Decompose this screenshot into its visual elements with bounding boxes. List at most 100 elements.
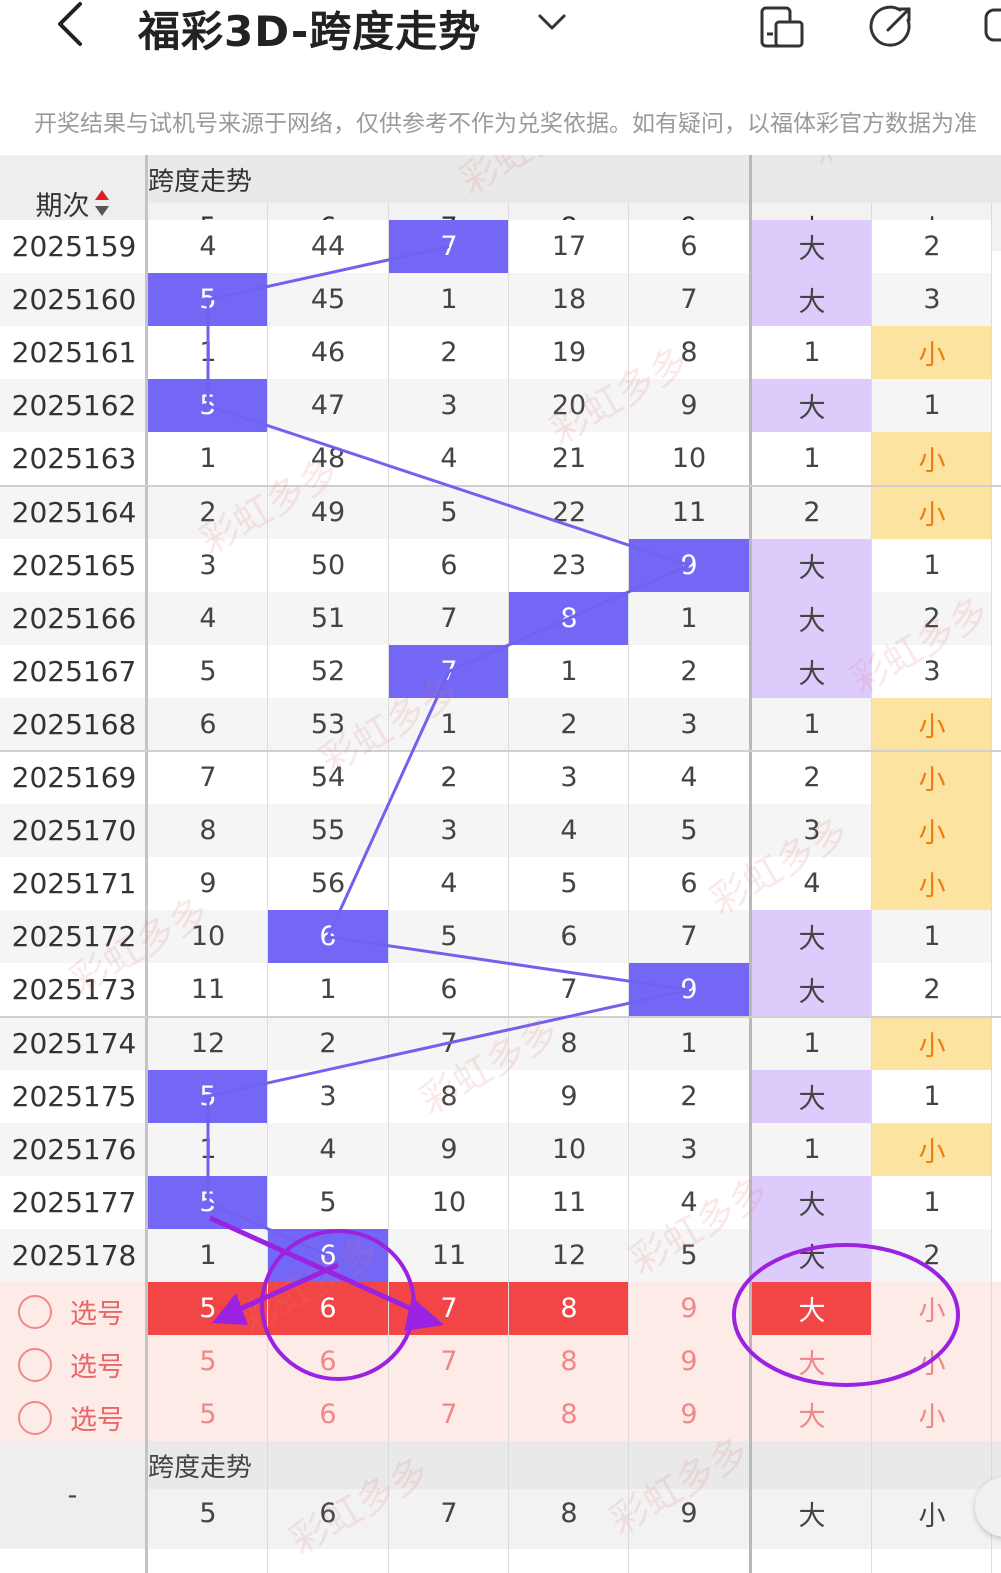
span-cell: 21 <box>509 432 629 486</box>
span-cell: 9 <box>148 857 268 911</box>
span-cell: 10 <box>389 1175 509 1229</box>
span-cell[interactable]: 5 <box>148 1069 268 1123</box>
radio-circle-icon[interactable] <box>18 1400 52 1435</box>
page-title[interactable]: 福彩3D-跨度走势 <box>138 0 481 59</box>
span-cell[interactable]: 6 <box>268 1228 388 1282</box>
size-cell: 2 <box>752 751 872 805</box>
span-cell: 1 <box>629 1016 749 1070</box>
span-cell: 3 <box>389 379 509 433</box>
issue-cell: 2025178 <box>0 1228 148 1282</box>
pick-span-option[interactable]: 8 <box>509 1335 629 1389</box>
size-cell: 2 <box>872 591 992 645</box>
pick-span-option[interactable]: 6 <box>268 1335 388 1389</box>
issue-cell: 2025172 <box>0 910 148 964</box>
span-cell: 5 <box>629 804 749 858</box>
pick-span-option[interactable]: 5 <box>148 1282 268 1336</box>
span-cell[interactable]: 8 <box>509 591 629 645</box>
span-cell: 12 <box>148 1016 268 1070</box>
span-cell: 6 <box>629 220 749 274</box>
screen-split-icon[interactable] <box>758 2 808 52</box>
span-cell[interactable]: 7 <box>389 220 509 274</box>
span-cell: 5 <box>148 644 268 698</box>
column-divider <box>628 203 629 1573</box>
pick-span-option[interactable]: 9 <box>629 1282 749 1336</box>
pick-size-option[interactable]: 小 <box>872 1282 992 1336</box>
span-cell: 20 <box>509 379 629 433</box>
span-cell[interactable]: 5 <box>148 379 268 433</box>
size-cell: 小 <box>872 326 992 380</box>
span-cell: 8 <box>629 326 749 380</box>
size-cell: 1 <box>752 1016 872 1070</box>
issue-header-label: 期次 <box>35 190 90 222</box>
span-cell: 17 <box>509 220 629 274</box>
span-cell[interactable]: 9 <box>629 538 749 592</box>
pick-span-option[interactable]: 5 <box>148 1335 268 1389</box>
pick-span-option[interactable]: 8 <box>509 1282 629 1336</box>
span-cell[interactable]: 5 <box>148 1175 268 1229</box>
span-cell: 3 <box>629 1122 749 1176</box>
footer-size-column-header: 大 <box>798 1500 826 1532</box>
pick-size-option[interactable]: 大 <box>752 1335 872 1389</box>
size-cell: 小 <box>872 857 992 911</box>
pick-size-option[interactable]: 小 <box>872 1388 992 1442</box>
pick-span-option[interactable]: 9 <box>629 1335 749 1389</box>
pick-size-option[interactable]: 大 <box>752 1388 872 1442</box>
issue-cell: 2025163 <box>0 432 148 486</box>
disclaimer-notice: 开奖结果与试机号来源于网络，仅供参考不作为兑奖依据。如有疑问，以福体彩官方数据为… <box>34 111 977 137</box>
size-cell: 大 <box>752 1228 872 1282</box>
size-cell: 小 <box>872 1122 992 1176</box>
span-cell[interactable]: 6 <box>268 910 388 964</box>
span-cell[interactable]: 7 <box>389 644 509 698</box>
back-arrow-icon[interactable] <box>44 0 104 48</box>
issue-column-divider <box>145 155 148 1573</box>
pick-selector[interactable]: 选号 <box>18 1292 124 1331</box>
span-cell: 23 <box>509 538 629 592</box>
span-cell[interactable]: 5 <box>148 273 268 327</box>
pick-span-option[interactable]: 7 <box>389 1282 509 1336</box>
span-cell: 3 <box>268 1069 388 1123</box>
size-cell: 3 <box>872 273 992 327</box>
footer-span-column-header: 9 <box>680 1497 698 1529</box>
issue-cell: 2025160 <box>0 273 148 327</box>
span-cell: 4 <box>629 1175 749 1229</box>
pick-selector[interactable]: 选号 <box>18 1398 124 1437</box>
size-cell: 小 <box>872 1016 992 1070</box>
span-cell: 10 <box>148 910 268 964</box>
more-icon[interactable] <box>978 2 1001 52</box>
section-divider <box>749 155 752 1573</box>
pick-span-option[interactable]: 6 <box>268 1388 388 1442</box>
pick-selector[interactable]: 选号 <box>18 1345 124 1384</box>
size-cell: 大 <box>752 644 872 698</box>
pick-span-option[interactable]: 7 <box>389 1335 509 1389</box>
span-cell: 1 <box>389 273 509 327</box>
span-cell: 1 <box>509 644 629 698</box>
pick-span-option[interactable]: 6 <box>268 1282 388 1336</box>
issue-cell: 2025170 <box>0 804 148 858</box>
span-cell: 6 <box>629 857 749 911</box>
span-cell: 7 <box>629 273 749 327</box>
share-icon[interactable] <box>866 2 916 52</box>
span-cell: 11 <box>148 963 268 1017</box>
span-cell: 50 <box>268 538 388 592</box>
pick-span-option[interactable]: 7 <box>389 1388 509 1442</box>
pick-span-option[interactable]: 8 <box>509 1388 629 1442</box>
pick-span-option[interactable]: 9 <box>629 1388 749 1442</box>
row-group-divider <box>0 484 1001 487</box>
span-cell: 3 <box>389 804 509 858</box>
span-cell: 46 <box>268 326 388 380</box>
size-cell: 小 <box>872 697 992 751</box>
size-cell: 1 <box>752 1122 872 1176</box>
size-cell: 1 <box>752 432 872 486</box>
span-cell: 2 <box>629 1069 749 1123</box>
size-cell: 1 <box>872 379 992 433</box>
pick-size-option[interactable]: 大 <box>752 1282 872 1336</box>
pick-size-option[interactable]: 小 <box>872 1335 992 1389</box>
radio-circle-icon[interactable] <box>18 1294 52 1329</box>
pick-span-option[interactable]: 5 <box>148 1388 268 1442</box>
span-cell[interactable]: 9 <box>629 963 749 1017</box>
radio-circle-icon[interactable] <box>18 1347 52 1382</box>
chevron-down-icon[interactable] <box>534 4 570 40</box>
sort-icon[interactable] <box>94 188 110 218</box>
size-cell: 4 <box>752 857 872 911</box>
span-cell: 8 <box>148 804 268 858</box>
